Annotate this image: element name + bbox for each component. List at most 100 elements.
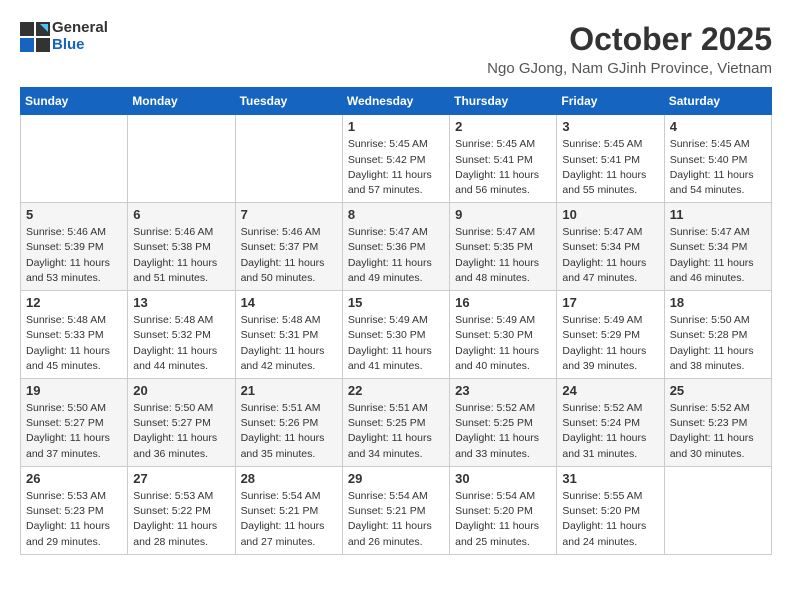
day-number: 3 bbox=[562, 119, 658, 134]
calendar-week-row: 26 Sunrise: 5:53 AM Sunset: 5:23 PM Dayli… bbox=[21, 466, 772, 554]
day-number: 4 bbox=[670, 119, 766, 134]
day-info: Sunrise: 5:52 AM Sunset: 5:25 PM Dayligh… bbox=[455, 401, 551, 462]
calendar-cell: 18 Sunrise: 5:50 AM Sunset: 5:28 PM Dayli… bbox=[664, 291, 771, 379]
calendar-cell: 25 Sunrise: 5:52 AM Sunset: 5:23 PM Dayli… bbox=[664, 379, 771, 467]
calendar-week-row: 5Sunrise: 5:46 AM Sunset: 5:39 PM Daylig… bbox=[21, 203, 772, 291]
calendar-cell: 26 Sunrise: 5:53 AM Sunset: 5:23 PM Dayli… bbox=[21, 466, 128, 554]
calendar-cell: 3 Sunrise: 5:45 AM Sunset: 5:41 PM Daylig… bbox=[557, 115, 664, 203]
logo-icon bbox=[20, 22, 50, 52]
day-info: Sunrise: 5:48 AM Sunset: 5:31 PM Dayligh… bbox=[241, 313, 337, 374]
day-number: 20 bbox=[133, 383, 229, 398]
day-number: 21 bbox=[241, 383, 337, 398]
day-info: Sunrise: 5:55 AM Sunset: 5:20 PM Dayligh… bbox=[562, 489, 658, 550]
day-info: Sunrise: 5:47 AM Sunset: 5:34 PM Dayligh… bbox=[562, 225, 658, 286]
day-info: Sunrise: 5:53 AM Sunset: 5:22 PM Dayligh… bbox=[133, 489, 229, 550]
day-info: Sunrise: 5:52 AM Sunset: 5:23 PM Dayligh… bbox=[670, 401, 766, 462]
weekday-header-cell: Monday bbox=[128, 88, 235, 115]
calendar-cell: 7Sunrise: 5:46 AM Sunset: 5:37 PM Daylig… bbox=[235, 203, 342, 291]
day-info: Sunrise: 5:47 AM Sunset: 5:35 PM Dayligh… bbox=[455, 225, 551, 286]
logo-general: General bbox=[52, 19, 108, 36]
weekday-header-cell: Tuesday bbox=[235, 88, 342, 115]
day-info: Sunrise: 5:49 AM Sunset: 5:30 PM Dayligh… bbox=[348, 313, 444, 374]
day-number: 24 bbox=[562, 383, 658, 398]
day-info: Sunrise: 5:49 AM Sunset: 5:29 PM Dayligh… bbox=[562, 313, 658, 374]
day-number: 11 bbox=[670, 207, 766, 222]
calendar-cell: 8 Sunrise: 5:47 AM Sunset: 5:36 PM Daylig… bbox=[342, 203, 449, 291]
logo-text: General Blue bbox=[20, 20, 108, 53]
day-info: Sunrise: 5:50 AM Sunset: 5:27 PM Dayligh… bbox=[26, 401, 122, 462]
day-number: 27 bbox=[133, 471, 229, 486]
calendar-cell: 4 Sunrise: 5:45 AM Sunset: 5:40 PM Daylig… bbox=[664, 115, 771, 203]
day-number: 18 bbox=[670, 295, 766, 310]
day-number: 15 bbox=[348, 295, 444, 310]
day-info: Sunrise: 5:45 AM Sunset: 5:41 PM Dayligh… bbox=[455, 137, 551, 198]
calendar-cell: 9 Sunrise: 5:47 AM Sunset: 5:35 PM Daylig… bbox=[450, 203, 557, 291]
day-info: Sunrise: 5:54 AM Sunset: 5:21 PM Dayligh… bbox=[241, 489, 337, 550]
day-info: Sunrise: 5:48 AM Sunset: 5:32 PM Dayligh… bbox=[133, 313, 229, 374]
calendar-cell: 21 Sunrise: 5:51 AM Sunset: 5:26 PM Dayli… bbox=[235, 379, 342, 467]
weekday-header-cell: Thursday bbox=[450, 88, 557, 115]
day-number: 26 bbox=[26, 471, 122, 486]
calendar-cell: 1 Sunrise: 5:45 AM Sunset: 5:42 PM Daylig… bbox=[342, 115, 449, 203]
day-number: 8 bbox=[348, 207, 444, 222]
day-info: Sunrise: 5:52 AM Sunset: 5:24 PM Dayligh… bbox=[562, 401, 658, 462]
calendar-cell: 24 Sunrise: 5:52 AM Sunset: 5:24 PM Dayli… bbox=[557, 379, 664, 467]
day-number: 7 bbox=[241, 207, 337, 222]
weekday-header-cell: Saturday bbox=[664, 88, 771, 115]
calendar-cell: 30Sunrise: 5:54 AM Sunset: 5:20 PM Dayli… bbox=[450, 466, 557, 554]
day-number: 1 bbox=[348, 119, 444, 134]
calendar-cell: 13Sunrise: 5:48 AM Sunset: 5:32 PM Dayli… bbox=[128, 291, 235, 379]
calendar-cell: 27 Sunrise: 5:53 AM Sunset: 5:22 PM Dayli… bbox=[128, 466, 235, 554]
weekday-header-cell: Wednesday bbox=[342, 88, 449, 115]
day-number: 23 bbox=[455, 383, 551, 398]
day-info: Sunrise: 5:50 AM Sunset: 5:27 PM Dayligh… bbox=[133, 401, 229, 462]
calendar-cell: 29Sunrise: 5:54 AM Sunset: 5:21 PM Dayli… bbox=[342, 466, 449, 554]
day-info: Sunrise: 5:51 AM Sunset: 5:25 PM Dayligh… bbox=[348, 401, 444, 462]
day-number: 29 bbox=[348, 471, 444, 486]
calendar-cell bbox=[21, 115, 128, 203]
calendar-cell: 17Sunrise: 5:49 AM Sunset: 5:29 PM Dayli… bbox=[557, 291, 664, 379]
day-info: Sunrise: 5:47 AM Sunset: 5:34 PM Dayligh… bbox=[670, 225, 766, 286]
day-number: 2 bbox=[455, 119, 551, 134]
calendar-cell: 12 Sunrise: 5:48 AM Sunset: 5:33 PM Dayli… bbox=[21, 291, 128, 379]
weekday-header-cell: Sunday bbox=[21, 88, 128, 115]
calendar-cell: 14 Sunrise: 5:48 AM Sunset: 5:31 PM Dayli… bbox=[235, 291, 342, 379]
calendar-week-row: 1 Sunrise: 5:45 AM Sunset: 5:42 PM Daylig… bbox=[21, 115, 772, 203]
calendar-cell bbox=[664, 466, 771, 554]
day-number: 9 bbox=[455, 207, 551, 222]
logo: General Blue bbox=[20, 20, 108, 53]
day-number: 28 bbox=[241, 471, 337, 486]
day-number: 10 bbox=[562, 207, 658, 222]
day-number: 25 bbox=[670, 383, 766, 398]
calendar-title: October 2025 bbox=[487, 20, 772, 58]
logo-blue: Blue bbox=[52, 36, 85, 53]
calendar-cell: 23 Sunrise: 5:52 AM Sunset: 5:25 PM Dayli… bbox=[450, 379, 557, 467]
day-number: 19 bbox=[26, 383, 122, 398]
page-header: General Blue October 2025 Ngo GJong, Nam… bbox=[20, 20, 772, 77]
calendar-cell: 20 Sunrise: 5:50 AM Sunset: 5:27 PM Dayli… bbox=[128, 379, 235, 467]
calendar-cell bbox=[128, 115, 235, 203]
calendar-week-row: 12 Sunrise: 5:48 AM Sunset: 5:33 PM Dayli… bbox=[21, 291, 772, 379]
day-number: 31 bbox=[562, 471, 658, 486]
day-info: Sunrise: 5:45 AM Sunset: 5:40 PM Dayligh… bbox=[670, 137, 766, 198]
day-info: Sunrise: 5:47 AM Sunset: 5:36 PM Dayligh… bbox=[348, 225, 444, 286]
day-info: Sunrise: 5:53 AM Sunset: 5:23 PM Dayligh… bbox=[26, 489, 122, 550]
day-number: 12 bbox=[26, 295, 122, 310]
calendar-cell: 16Sunrise: 5:49 AM Sunset: 5:30 PM Dayli… bbox=[450, 291, 557, 379]
day-number: 30 bbox=[455, 471, 551, 486]
calendar-table: SundayMondayTuesdayWednesdayThursdayFrid… bbox=[20, 87, 772, 554]
calendar-cell bbox=[235, 115, 342, 203]
calendar-cell: 5Sunrise: 5:46 AM Sunset: 5:39 PM Daylig… bbox=[21, 203, 128, 291]
day-info: Sunrise: 5:45 AM Sunset: 5:42 PM Dayligh… bbox=[348, 137, 444, 198]
calendar-cell: 19 Sunrise: 5:50 AM Sunset: 5:27 PM Dayli… bbox=[21, 379, 128, 467]
day-info: Sunrise: 5:50 AM Sunset: 5:28 PM Dayligh… bbox=[670, 313, 766, 374]
day-number: 5 bbox=[26, 207, 122, 222]
day-info: Sunrise: 5:45 AM Sunset: 5:41 PM Dayligh… bbox=[562, 137, 658, 198]
day-number: 14 bbox=[241, 295, 337, 310]
day-info: Sunrise: 5:49 AM Sunset: 5:30 PM Dayligh… bbox=[455, 313, 551, 374]
title-area: October 2025 Ngo GJong, Nam GJinh Provin… bbox=[487, 20, 772, 77]
day-info: Sunrise: 5:51 AM Sunset: 5:26 PM Dayligh… bbox=[241, 401, 337, 462]
day-info: Sunrise: 5:48 AM Sunset: 5:33 PM Dayligh… bbox=[26, 313, 122, 374]
calendar-cell: 11 Sunrise: 5:47 AM Sunset: 5:34 PM Dayli… bbox=[664, 203, 771, 291]
weekday-header-cell: Friday bbox=[557, 88, 664, 115]
